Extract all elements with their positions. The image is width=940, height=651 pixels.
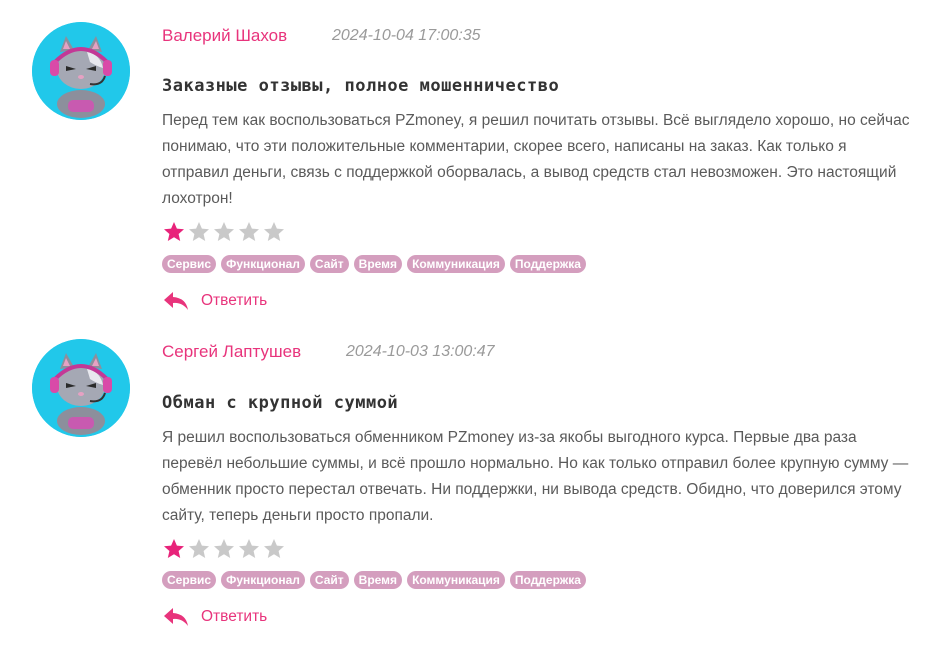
review-title: Заказные отзывы, полное мошенничество [162, 76, 560, 96]
review-body: Перед тем как воспользоваться PZmoney, я… [162, 112, 910, 207]
tag-service: Сервис [162, 571, 217, 589]
tag-functionality: Функционал [221, 255, 305, 273]
rating-stars [162, 537, 286, 561]
tag-site: Сайт [309, 571, 349, 589]
tag-support: Поддержка [509, 255, 586, 273]
cat-gamer-avatar-icon [32, 339, 130, 437]
reply-button[interactable]: Ответить [163, 291, 267, 311]
review-tags: Сервис Функционал Сайт Время Коммуникаци… [162, 255, 586, 273]
review-tags: Сервис Функционал Сайт Время Коммуникаци… [162, 571, 586, 589]
tag-time: Время [353, 255, 403, 273]
reply-button[interactable]: Ответить [163, 607, 267, 627]
star-filled-icon [164, 222, 184, 241]
avatar [32, 339, 130, 437]
star-empty-icon [239, 539, 259, 558]
review-title: Обман с крупной суммой [162, 393, 399, 413]
star-empty-icon [239, 222, 259, 241]
reply-label: Ответить [201, 608, 268, 625]
tag-time: Время [353, 571, 403, 589]
star-empty-icon [264, 539, 284, 558]
avatar [32, 22, 130, 120]
star-empty-icon [214, 539, 234, 558]
review-date: 2024-10-03 13:00:47 [346, 343, 495, 360]
tag-site: Сайт [309, 255, 349, 273]
review-body: Я решил воспользоваться обменником PZmon… [162, 429, 909, 524]
reply-arrow-icon [164, 608, 188, 626]
star-empty-icon [214, 222, 234, 241]
rating-stars [162, 220, 286, 244]
star-filled-icon [164, 539, 184, 558]
tag-support: Поддержка [509, 571, 586, 589]
reply-label: Ответить [201, 292, 268, 309]
star-empty-icon [189, 222, 209, 241]
tag-functionality: Функционал [221, 571, 305, 589]
tag-communication: Коммуникация [407, 571, 505, 589]
review-date: 2024-10-04 17:00:35 [332, 27, 481, 44]
tag-communication: Коммуникация [407, 255, 505, 273]
review-author[interactable]: Сергей Лаптушев [162, 342, 301, 362]
star-empty-icon [189, 539, 209, 558]
reply-arrow-icon [164, 292, 188, 310]
star-empty-icon [264, 222, 284, 241]
review-author[interactable]: Валерий Шахов [162, 26, 287, 46]
cat-gamer-avatar-icon [32, 22, 130, 120]
tag-service: Сервис [162, 255, 217, 273]
